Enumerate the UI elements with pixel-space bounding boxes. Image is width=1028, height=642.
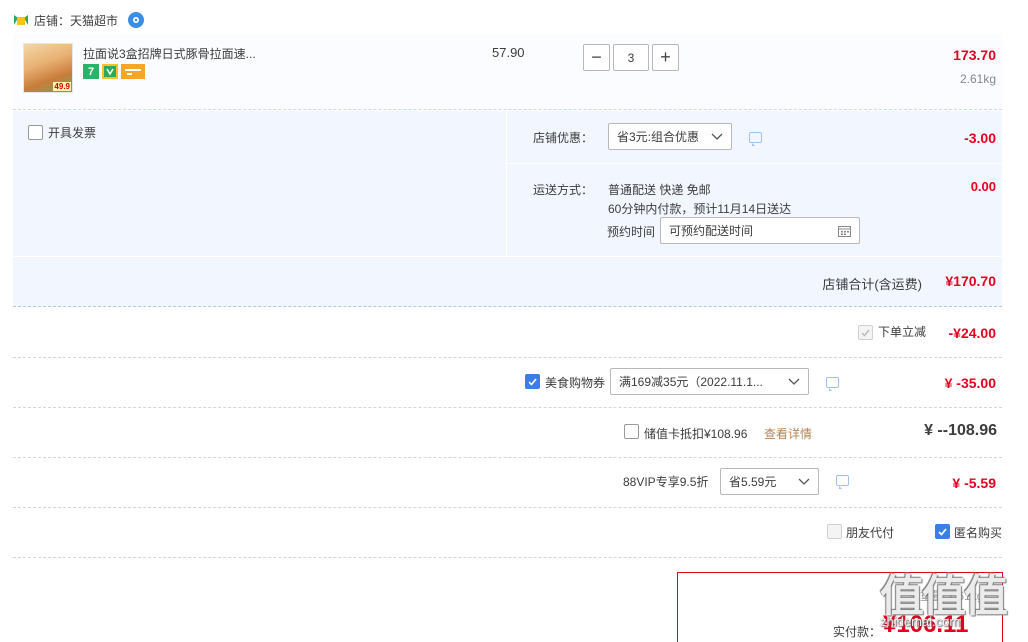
shop-total-label: 店铺合计(含运费): [822, 277, 922, 292]
payment-options-row: 朋友代付 匿名购买: [13, 508, 1002, 558]
shop-total-amount: ¥170.70: [945, 273, 996, 289]
instant-discount-amount: -¥24.00: [948, 325, 996, 341]
service-guarantee-icon: [102, 64, 118, 79]
food-coupon-select[interactable]: 满169减35元（2022.11.1...: [610, 368, 809, 395]
thumbnail-price-tag: 49.9: [53, 82, 71, 91]
unit-price: 57.90: [492, 45, 525, 60]
instant-discount-label: 下单立减: [878, 325, 927, 339]
vip-discount-amount: ¥ -5.59: [952, 475, 996, 491]
vip-discount-label: 88VIP专享9.5折: [623, 475, 709, 489]
food-coupon-label: 美食购物券: [545, 376, 606, 390]
invoice-option[interactable]: 开具发票: [28, 124, 96, 141]
food-coupon-amount: ¥ -35.00: [944, 375, 996, 391]
vip-discount-value: 省5.59元: [729, 475, 777, 489]
friend-pay-label: 朋友代付: [846, 526, 895, 540]
message-icon[interactable]: [836, 475, 849, 489]
quantity-increase-button[interactable]: +: [652, 44, 679, 71]
stored-card-details-link[interactable]: 查看详情: [764, 425, 812, 442]
scheduled-time-label: 预约时间: [607, 225, 656, 239]
order-options-panel: 开具发票 店铺优惠： 省3元:组合优惠 -3.00 运送方式： 普通配送 快递 …: [13, 111, 1002, 256]
shipping-label: 运送方式：: [533, 183, 594, 197]
seven-day-return-icon: 7: [83, 64, 99, 79]
message-icon[interactable]: [749, 132, 762, 146]
invoice-checkbox[interactable]: [28, 125, 43, 140]
item-weight: 2.61kg: [959, 72, 996, 86]
cart-item-row: 49.9 拉面说3盒招牌日式豚骨拉面速... 7 57.90 − 3 + 173…: [13, 34, 1002, 110]
quantity-input[interactable]: 3: [613, 44, 649, 71]
friend-pay-checkbox: [827, 524, 842, 539]
product-badges: 7: [83, 64, 145, 79]
shop-discount-amount: -3.00: [964, 130, 996, 146]
product-thumbnail[interactable]: 49.9: [23, 43, 73, 93]
panel-divider: [507, 163, 1002, 164]
chevron-down-icon: [788, 378, 800, 385]
vip-discount-select[interactable]: 省5.59元: [720, 468, 819, 495]
instant-discount-checkbox: [858, 325, 873, 340]
shipping-method: 普通配送 快递 免邮: [608, 183, 711, 197]
vip-discount-row: 88VIP专享9.5折 省5.59元 ¥ -5.59: [13, 458, 1002, 508]
shop-total-row: 店铺合计(含运费) ¥170.70: [13, 257, 1002, 307]
shipping-eta: 60分钟内付款，预计11月14日送达: [608, 202, 792, 216]
stored-card-label: 储值卡抵扣¥108.96: [644, 427, 748, 441]
invoice-label: 开具发票: [48, 126, 97, 140]
quantity-stepper: − 3 +: [583, 44, 679, 71]
quantity-decrease-button[interactable]: −: [583, 44, 610, 71]
product-title[interactable]: 拉面说3盒招牌日式豚骨拉面速...: [83, 45, 256, 62]
message-icon[interactable]: [826, 377, 839, 391]
stored-card-amount: ¥ --108.96: [924, 422, 997, 439]
actual-payment-label: 实付款：: [833, 625, 882, 639]
stored-card-checkbox[interactable]: [624, 424, 639, 439]
tmall-shop-icon: [14, 15, 28, 25]
anonymous-checkbox[interactable]: [935, 524, 950, 539]
food-coupon-checkbox[interactable]: [525, 374, 540, 389]
credit-card-icon: [121, 64, 145, 79]
shipping-amount: 0.00: [970, 179, 996, 194]
shop-discount-value: 省3元:组合优惠: [617, 130, 700, 144]
food-coupon-value: 满169减35元（2022.11.1...: [619, 375, 763, 389]
watermark-url: zhidemai.com: [880, 614, 961, 629]
calendar-icon: [838, 225, 851, 237]
panel-divider: [506, 111, 507, 256]
shop-name[interactable]: 店铺：天猫超市: [34, 12, 118, 29]
item-subtotal: 173.70: [953, 47, 996, 63]
anonymous-label: 匿名购买: [954, 526, 1003, 540]
chevron-down-icon: [798, 478, 810, 485]
chevron-down-icon: [711, 133, 723, 140]
scheduled-time-select[interactable]: 可预约配送时间: [660, 217, 860, 244]
food-coupon-row: 美食购物券 满169减35元（2022.11.1... ¥ -35.00: [13, 358, 1002, 408]
shop-discount-label: 店铺优惠：: [533, 131, 594, 145]
instant-discount-row: 下单立减 -¥24.00: [13, 308, 1002, 358]
wangwang-chat-icon[interactable]: [128, 12, 145, 28]
shop-discount-select[interactable]: 省3元:组合优惠: [608, 123, 732, 150]
stored-card-row: 储值卡抵扣¥108.96 查看详情 ¥ --108.96: [13, 408, 1002, 458]
scheduled-time-placeholder: 可预约配送时间: [669, 224, 754, 238]
shop-header: 店铺：天猫超市: [14, 10, 145, 30]
